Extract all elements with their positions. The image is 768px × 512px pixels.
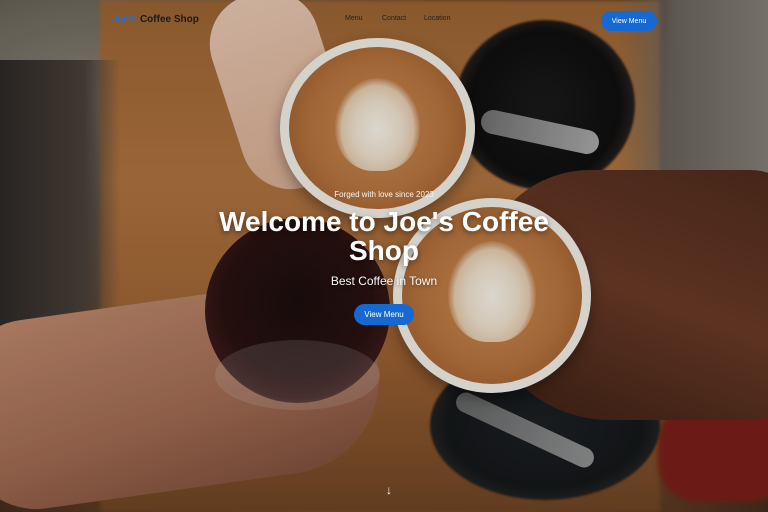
- hero-title-text: Welcome to Joe's Coffee Shop: [219, 206, 549, 266]
- arrow-down-icon[interactable]: ↓: [379, 481, 399, 499]
- hero-view-menu-button[interactable]: View Menu: [354, 304, 414, 325]
- hero-subtitle: Best Coffee in Town: [330, 274, 438, 288]
- hero-tagline: Forged with love since 2023: [334, 190, 434, 199]
- hero-section: Forged with love since 2023 Welcome to J…: [0, 0, 768, 512]
- hero-title: Welcome to Joe's Coffee Shop: [0, 207, 768, 265]
